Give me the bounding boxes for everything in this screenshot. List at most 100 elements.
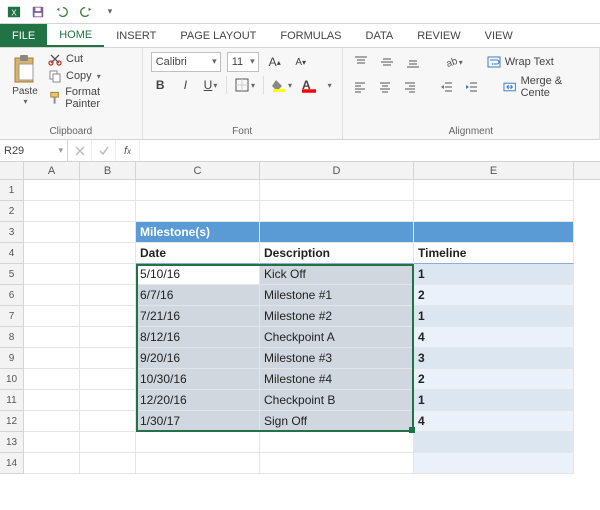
row-header[interactable]: 9 [0,348,24,369]
cell[interactable] [136,180,260,201]
align-center-icon[interactable] [376,77,395,97]
cell[interactable] [24,411,80,432]
borders-button[interactable]: ▾ [233,75,257,95]
fill-color-button[interactable]: ▾ [270,75,294,95]
table-cell-desc[interactable]: Kick Off [260,264,414,285]
col-header[interactable]: D [260,162,414,179]
tab-home[interactable]: HOME [47,24,104,47]
cell[interactable] [260,453,414,474]
font-name-select[interactable]: Calibri [151,52,221,72]
cell[interactable] [80,369,136,390]
table-cell-desc[interactable]: Sign Off [260,411,414,432]
italic-button[interactable]: I [176,75,195,95]
col-timeline[interactable]: Timeline [414,243,574,264]
tab-review[interactable]: REVIEW [405,24,472,47]
cell[interactable] [260,222,414,243]
cancel-formula-icon[interactable] [68,140,92,161]
align-right-icon[interactable] [401,77,420,97]
formula-input[interactable] [140,140,600,161]
bold-button[interactable]: B [151,75,170,95]
undo-icon[interactable] [54,4,70,20]
decrease-font-icon[interactable]: A▾ [291,52,311,72]
fx-icon[interactable]: fx [116,140,140,161]
table-cell-timeline[interactable]: 1 [414,306,574,327]
cell[interactable] [80,306,136,327]
tab-data[interactable]: DATA [354,24,406,47]
copy-button[interactable]: Copy▾ [48,69,134,83]
col-description[interactable]: Description [260,243,414,264]
col-header[interactable]: B [80,162,136,179]
select-all-corner[interactable] [0,162,24,179]
underline-button[interactable]: U▾ [201,75,220,95]
row-header[interactable]: 8 [0,327,24,348]
format-painter-button[interactable]: Format Painter [48,86,134,110]
cell[interactable] [414,453,574,474]
table-cell-timeline[interactable]: 2 [414,369,574,390]
table-cell-date[interactable]: 6/7/16 [136,285,260,306]
tab-page-layout[interactable]: PAGE LAYOUT [168,24,268,47]
row-header[interactable]: 14 [0,453,24,474]
table-cell-date[interactable]: 1/30/17 [136,411,260,432]
cell[interactable] [24,306,80,327]
orientation-button[interactable]: ab▾ [441,52,465,72]
increase-indent-icon[interactable] [463,77,482,97]
col-header[interactable]: C [136,162,260,179]
tab-file[interactable]: FILE [0,24,47,47]
increase-font-icon[interactable]: A▴ [265,52,285,72]
table-cell-timeline[interactable]: 3 [414,348,574,369]
worksheet-grid[interactable]: A B C D E 123Milestone(s)4DateDescriptio… [0,162,600,510]
font-color-button[interactable]: A ▾ [300,75,334,95]
table-cell-date[interactable]: 8/12/16 [136,327,260,348]
cell[interactable] [24,348,80,369]
wrap-text-button[interactable]: Wrap Text [487,55,554,69]
align-left-icon[interactable] [351,77,370,97]
row-header[interactable]: 13 [0,432,24,453]
col-header[interactable]: E [414,162,574,179]
cell[interactable] [260,432,414,453]
table-cell-date[interactable]: 5/10/16 [136,264,260,285]
table-cell-desc[interactable]: Milestone #2 [260,306,414,327]
cell[interactable] [80,201,136,222]
cell[interactable] [80,285,136,306]
cell[interactable] [414,432,574,453]
table-cell-date[interactable]: 10/30/16 [136,369,260,390]
paste-button[interactable]: Paste ▾ [8,52,42,108]
cell[interactable] [136,432,260,453]
table-cell-date[interactable]: 12/20/16 [136,390,260,411]
row-header[interactable]: 7 [0,306,24,327]
row-header[interactable]: 5 [0,264,24,285]
font-size-select[interactable]: 11 [227,52,259,72]
cell[interactable] [24,243,80,264]
align-top-icon[interactable] [351,52,371,72]
cell[interactable] [414,201,574,222]
table-cell-timeline[interactable]: 2 [414,285,574,306]
cell[interactable] [24,327,80,348]
table-cell-timeline[interactable]: 1 [414,390,574,411]
table-cell-desc[interactable]: Checkpoint A [260,327,414,348]
row-header[interactable]: 2 [0,201,24,222]
cell[interactable] [136,453,260,474]
decrease-indent-icon[interactable] [438,77,457,97]
col-date[interactable]: Date [136,243,260,264]
align-middle-icon[interactable] [377,52,397,72]
cell[interactable] [414,180,574,201]
table-cell-timeline[interactable]: 4 [414,327,574,348]
row-header[interactable]: 11 [0,390,24,411]
row-header[interactable]: 1 [0,180,24,201]
cell[interactable] [414,222,574,243]
cell[interactable] [260,180,414,201]
cell[interactable] [80,180,136,201]
redo-icon[interactable] [78,4,94,20]
align-bottom-icon[interactable] [403,52,423,72]
cell[interactable] [80,411,136,432]
cell[interactable] [80,222,136,243]
cut-button[interactable]: Cut [48,52,134,66]
table-cell-date[interactable]: 9/20/16 [136,348,260,369]
row-header[interactable]: 12 [0,411,24,432]
table-cell-desc[interactable]: Checkpoint B [260,390,414,411]
row-header[interactable]: 3 [0,222,24,243]
col-header[interactable]: A [24,162,80,179]
cell[interactable] [80,348,136,369]
cell[interactable] [24,264,80,285]
cell[interactable] [24,390,80,411]
